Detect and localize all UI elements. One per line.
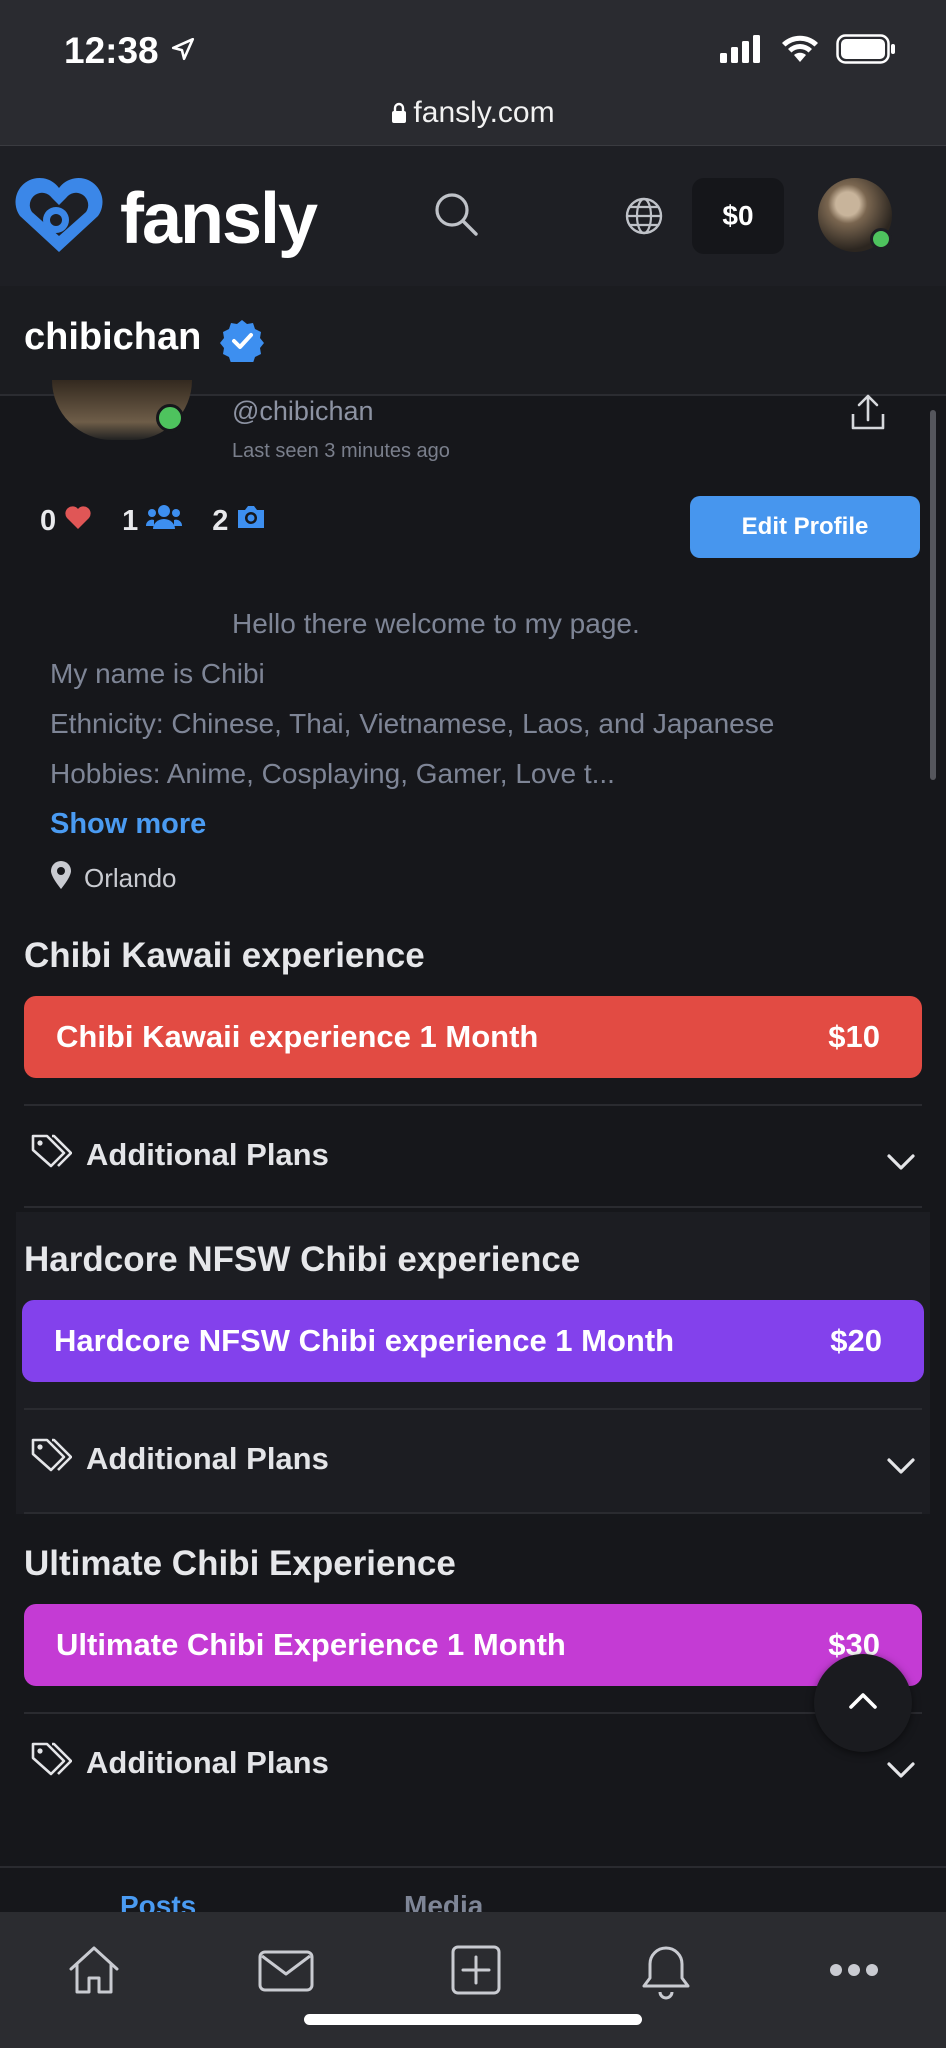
- tag-icon: [30, 1437, 73, 1481]
- wallet-balance-button[interactable]: $0: [692, 178, 784, 254]
- share-icon[interactable]: [848, 392, 888, 437]
- show-more-link[interactable]: Show more: [50, 808, 206, 841]
- url-bar[interactable]: fansly.com: [0, 96, 946, 132]
- profile-location: Orlando: [50, 860, 177, 897]
- additional-plans-toggle[interactable]: Additional Plans: [30, 1434, 926, 1484]
- fansly-logo[interactable]: fansly: [10, 176, 318, 261]
- camera-icon: [228, 504, 266, 538]
- additional-plans-toggle[interactable]: Additional Plans: [30, 1738, 926, 1788]
- likes-count: 0: [40, 504, 57, 537]
- wifi-icon: [780, 34, 820, 69]
- profile-online-dot: [156, 404, 184, 432]
- heart-logo-icon: [10, 176, 108, 261]
- search-icon[interactable]: [432, 190, 480, 243]
- online-status-dot: [870, 228, 892, 250]
- bio-line: Ethnicity: Chinese, Thai, Vietnamese, La…: [50, 708, 775, 739]
- subscribe-plan-button[interactable]: Ultimate Chibi Experience 1 Month $30: [24, 1604, 922, 1686]
- bio-line: Hobbies: Anime, Cosplaying, Gamer, Love …: [50, 758, 615, 789]
- divider: [24, 1104, 922, 1106]
- additional-plans-label: Additional Plans: [86, 1137, 329, 1172]
- plan-title: Chibi Kawaii experience: [24, 936, 425, 975]
- profile-tabs: Posts Media: [0, 1866, 946, 1912]
- status-bar: 12:38 fansly.com: [0, 0, 946, 146]
- divider: [24, 1408, 922, 1410]
- plan-price: $10: [828, 1019, 880, 1054]
- lock-icon: [391, 98, 407, 132]
- profile-title: chibichan: [24, 316, 202, 358]
- bio-line: My name is Chibi: [50, 658, 265, 689]
- edit-profile-button[interactable]: Edit Profile: [690, 496, 920, 558]
- subscribe-plan-button[interactable]: Chibi Kawaii experience 1 Month $10: [24, 996, 922, 1078]
- globe-icon[interactable]: [624, 196, 664, 241]
- media-stat[interactable]: 2: [212, 504, 266, 538]
- scroll-to-top-button[interactable]: [814, 1654, 912, 1752]
- profile-handle: @chibichan: [232, 396, 374, 426]
- user-avatar[interactable]: [818, 178, 892, 252]
- profile-stats: 0 1 2: [40, 504, 296, 538]
- additional-plans-toggle[interactable]: Additional Plans: [30, 1130, 926, 1180]
- tag-icon: [30, 1741, 73, 1785]
- subscribe-plan-button[interactable]: Hardcore NFSW Chibi experience 1 Month $…: [22, 1300, 924, 1382]
- verified-badge-icon: [220, 318, 264, 367]
- cellular-signal-icon: [720, 35, 764, 68]
- status-time: 12:38: [64, 30, 159, 71]
- plan-price: $20: [830, 1323, 882, 1358]
- notifications-icon[interactable]: [638, 1942, 694, 2007]
- bottom-nav: [0, 1912, 946, 2048]
- additional-plans-label: Additional Plans: [86, 1745, 329, 1780]
- divider: [24, 1206, 922, 1208]
- tab-media[interactable]: Media: [404, 1890, 483, 1912]
- messages-icon[interactable]: [256, 1942, 316, 2003]
- plan-label: Ultimate Chibi Experience 1 Month: [56, 1627, 566, 1662]
- home-icon[interactable]: [66, 1942, 122, 2003]
- chevron-up-icon: [848, 1691, 878, 1716]
- tab-posts[interactable]: Posts: [120, 1890, 196, 1912]
- app-header: fansly $0: [0, 146, 946, 286]
- followers-stat[interactable]: 1: [122, 504, 183, 538]
- media-count: 2: [212, 504, 229, 537]
- home-indicator: [304, 2014, 642, 2025]
- brand-name: fansly: [120, 178, 318, 259]
- tag-icon: [30, 1133, 73, 1177]
- map-pin-icon: [50, 860, 84, 897]
- followers-count: 1: [122, 504, 139, 537]
- divider: [24, 1512, 922, 1514]
- battery-icon: [836, 34, 896, 69]
- divider: [24, 1712, 922, 1714]
- more-icon[interactable]: [826, 1958, 882, 1987]
- last-seen-text: Last seen 3 minutes ago: [232, 440, 450, 462]
- heart-icon: [56, 504, 92, 538]
- likes-stat[interactable]: 0: [40, 504, 92, 538]
- location-text: Orlando: [84, 863, 177, 893]
- chevron-down-icon: [886, 1448, 916, 1484]
- create-post-icon[interactable]: [448, 1942, 504, 2003]
- plan-label: Hardcore NFSW Chibi experience 1 Month: [54, 1323, 675, 1358]
- chevron-down-icon: [886, 1752, 916, 1788]
- location-arrow-icon: [170, 36, 196, 67]
- plan-title: Hardcore NFSW Chibi experience: [24, 1240, 581, 1279]
- plan-title: Ultimate Chibi Experience: [24, 1544, 456, 1583]
- additional-plans-label: Additional Plans: [86, 1441, 329, 1476]
- scrollbar[interactable]: [930, 410, 936, 780]
- bio-line: Hello there welcome to my page.: [232, 608, 640, 639]
- plan-label: Chibi Kawaii experience 1 Month: [56, 1019, 539, 1054]
- users-icon: [138, 504, 183, 538]
- url-text: fansly.com: [413, 96, 555, 129]
- chevron-down-icon: [886, 1144, 916, 1180]
